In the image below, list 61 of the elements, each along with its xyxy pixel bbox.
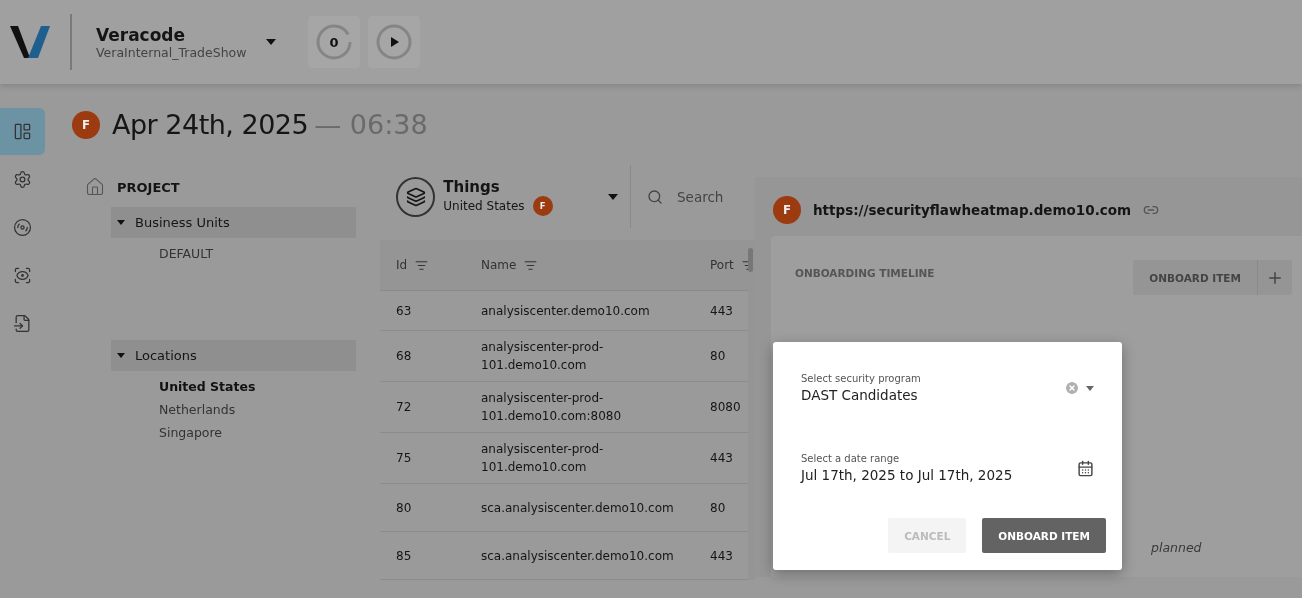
table-cell-text: 80 [709,348,727,365]
layers-icon [396,176,436,217]
filter-icon [415,258,429,272]
table-cell-text: 443 [709,547,734,565]
column-header[interactable]: Id [380,258,465,272]
tree-item[interactable]: United States [159,375,356,398]
search-icon [647,188,663,205]
user-avatar: F [773,196,801,224]
table-cell-text: sca.analysiscenter.demo10.com [480,499,675,517]
scan-icon [13,266,32,285]
table-cell-text: sca.analysiscenter.demo10.com [480,547,675,565]
import-icon [13,314,32,333]
nav-item[interactable] [0,108,45,155]
tree-item[interactable]: Netherlands [159,398,356,421]
url-title: https://securityflawheatmap.demo10.com [813,202,1132,218]
table-cell-text: 63 [395,302,413,320]
table-cell-text: 75 [395,450,413,467]
project-icon [85,177,105,197]
table-cell-text: 443 [709,450,734,467]
program-select[interactable]: Select security program DAST Candidates [801,368,1094,408]
tree-item[interactable]: Singapore [159,421,356,444]
column-header[interactable]: Name [465,258,695,272]
table-cell-text: 72 [395,399,413,416]
search-field[interactable]: Search [675,187,755,206]
dropdown-caret-icon [1086,385,1094,391]
tree-group[interactable]: Locations [111,340,356,371]
workspace-name: VeraInternal_TradeShow [96,44,248,60]
dropdown-caret-icon[interactable] [608,193,618,200]
table-cell-text: 68 [395,348,413,365]
dropdown-caret-icon[interactable] [266,39,276,45]
table-cell-text: analysiscenter-prod-101.demo10.com:8080 [480,390,623,425]
user-badge: F [532,195,553,216]
table-cell-text: 443 [709,302,734,320]
tree-group[interactable]: Business Units [111,207,356,238]
date-title: Apr 24th, 2025 [112,109,309,140]
user-avatar: F [72,110,100,139]
onboard-item-button[interactable]: ONBOARD ITEM [982,518,1106,553]
timeline-heading: ONBOARDING TIMELINE [795,266,935,279]
counter-button[interactable]: 0 [308,16,360,68]
table-cell-text: 8080 [709,399,742,416]
table-cell-text: analysiscenter-prod-101.demo10.com [480,339,605,374]
project-heading: PROJECT [117,179,180,195]
organization-name: Veracode [96,24,187,45]
table-cell-text: 85 [395,547,413,565]
table-cell-text: analysiscenter-prod-101.demo10.com [480,441,605,476]
date-range-field[interactable]: Select a date range Jul 17th, 2025 to Jul 17th, 2025 [801,448,1094,488]
location-text: United States [443,198,525,213]
filter-icon [524,258,538,272]
table-cell-text: analysiscenter.demo10.com [480,302,651,320]
clear-icon [1064,380,1080,396]
table-cell-text: 80 [395,499,413,517]
settings-icon [13,170,32,189]
column-header[interactable]: Port [695,258,748,272]
scrollbar-thumb[interactable] [748,248,753,272]
things-title: Things [443,177,501,196]
table-cell-text: 80 [709,499,727,517]
target-icon [13,218,32,237]
tree-item[interactable]: DEFAULT [159,242,356,265]
dashboard-icon [13,122,32,141]
empty-note: planned [1151,540,1203,555]
calendar-icon [1077,459,1094,477]
